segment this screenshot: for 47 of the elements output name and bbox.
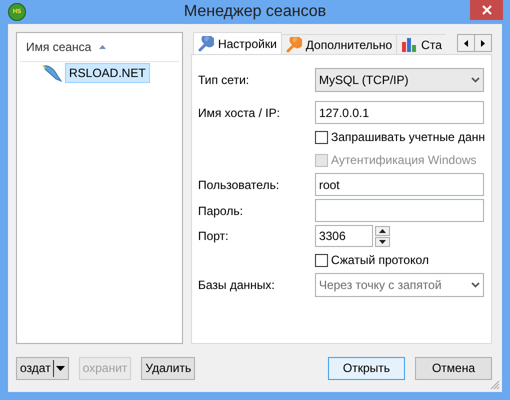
dropdown[interactable]: Через точку с запятой (314, 273, 484, 297)
right-arrow-icon (481, 40, 485, 46)
spin-down-button[interactable] (374, 236, 390, 246)
input-field[interactable]: 127.0.0.1 (314, 101, 484, 124)
button[interactable]: оздат (16, 356, 69, 380)
input-field[interactable]: 3306 (314, 225, 373, 247)
window-title: Менеджер сеансов (182, 3, 328, 21)
dropdown-placeholder: Через точку с запятой (318, 278, 442, 292)
checkbox[interactable] (314, 130, 328, 144)
close-icon (482, 5, 492, 15)
field-label: Тип сети: (198, 73, 250, 87)
scroll-right-button[interactable] (474, 34, 492, 52)
checkbox-label: Запрашивать учетные данн (330, 130, 485, 144)
sort-up-icon (99, 45, 106, 49)
bar-chart-icon (401, 36, 418, 52)
tab[interactable]: Дополнительно (280, 34, 398, 54)
close-button[interactable] (470, 0, 503, 20)
tab[interactable]: Настройки (192, 32, 282, 54)
checkbox[interactable] (314, 254, 328, 266)
wrench-icon (286, 36, 302, 52)
chevron-down-icon (470, 282, 480, 288)
spin-up-button[interactable] (374, 226, 390, 236)
up-arrow-icon (378, 228, 386, 232)
field-label: Имя хоста / IP: (198, 106, 281, 120)
field-label: Пользователь: (198, 178, 280, 192)
session-item[interactable]: RSLOAD.NET (65, 63, 150, 83)
resize-grip-icon (490, 380, 500, 390)
down-arrow-icon (378, 240, 386, 244)
button[interactable]: Удалить (141, 356, 196, 380)
dropdown-value: MySQL (TCP/IP) (318, 73, 409, 87)
button[interactable]: Отмена (415, 356, 492, 380)
session-list[interactable]: Имя сеанса RSLOAD.NET (16, 32, 183, 344)
column-header[interactable]: Имя сеанса (26, 40, 92, 54)
tab[interactable]: Ста (396, 34, 446, 54)
scroll-left-button[interactable] (457, 34, 475, 52)
input-field[interactable] (314, 199, 484, 222)
chevron-down-icon (470, 77, 480, 83)
checkbox-label: Аутентификация Windows (330, 153, 477, 167)
dropdown[interactable]: MySQL (TCP/IP) (314, 68, 484, 92)
field-label: Порт: (198, 229, 230, 243)
button[interactable]: Открыть (328, 356, 405, 380)
checkbox-label: Сжатый протокол (330, 253, 429, 267)
field-label: Базы данных: (198, 278, 276, 292)
wrench-icon (198, 36, 214, 52)
input-field[interactable]: root (314, 173, 484, 196)
field-label: Пароль: (198, 204, 244, 218)
left-arrow-icon (464, 40, 468, 46)
